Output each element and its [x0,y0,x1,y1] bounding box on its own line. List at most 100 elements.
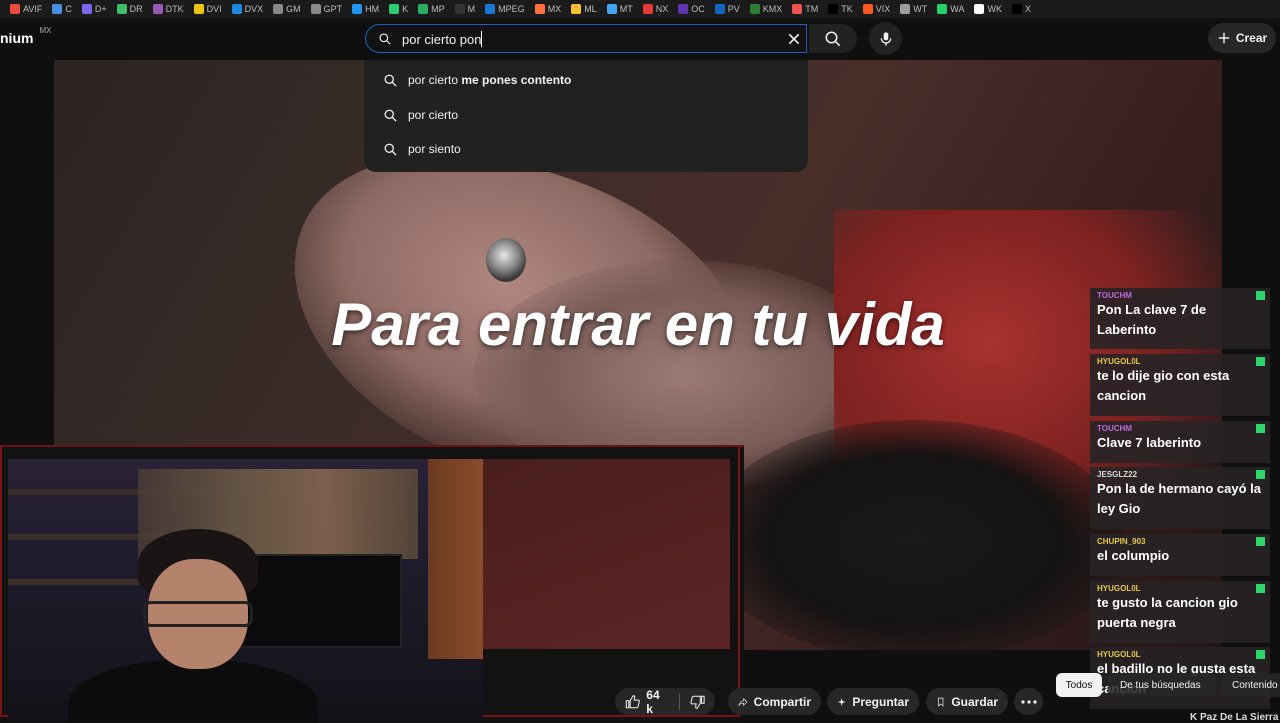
video-red-background [483,459,730,649]
chat-text: te gusto la cancion gio puerta negra [1097,595,1238,630]
bookmark-item[interactable]: VIX [862,4,891,14]
ask-button[interactable]: Preguntar [827,688,919,715]
clear-search-icon[interactable] [786,31,802,47]
bookmark-item[interactable]: ML [571,4,597,14]
bookmark-item[interactable]: TK [828,4,853,14]
bookmark-item[interactable]: DVI [193,4,222,14]
search-suggestions: por cierto me pones contento por cierto … [364,60,808,172]
bookmark-item[interactable]: NX [642,4,668,14]
bookmark-favicon-icon [714,4,725,14]
suggestion-prefix: por cierto [408,73,459,87]
create-button[interactable]: Crear [1208,23,1276,53]
chat-username: HYUGOL0L [1097,357,1141,366]
bookmark-label: TM [805,4,819,14]
chat-message: TOUCHM Clave 7 laberinto [1090,421,1270,463]
bookmark-favicon-icon [52,4,63,14]
chip-label: De tus búsquedas [1120,679,1201,691]
ask-label: Preguntar [852,694,909,709]
bookmark-item[interactable]: HM [352,4,379,14]
text-caret [481,31,482,47]
bookmark-item[interactable]: M [454,4,475,14]
thumbs-up-icon [625,694,640,708]
bookmark-item[interactable]: MPEG [485,4,525,14]
thumbs-down-icon[interactable] [690,694,705,710]
bookmark-favicon-icon [534,4,545,14]
bookmark-favicon-icon [749,4,760,14]
chip-content[interactable]: Contenido [1222,673,1280,697]
bookmark-item[interactable]: GM [273,4,301,14]
bookmark-item[interactable]: DVX [231,4,264,14]
suggestion-item[interactable]: por cierto me pones contento [364,63,808,97]
voice-search-button[interactable] [869,22,902,55]
bookmark-item[interactable]: DTK [152,4,184,14]
chip-from-searches[interactable]: De tus búsquedas [1108,673,1216,697]
bookmark-label: VIX [875,4,891,14]
search-input[interactable] [402,30,782,48]
chat-text: te lo dije gio con esta cancion [1097,368,1230,403]
bookmark-item[interactable]: KMX [749,4,783,14]
bookmark-favicon-icon [81,4,92,14]
bookmark-item[interactable]: OC [678,4,705,14]
bookmark-item[interactable]: TM [792,4,818,14]
bookmark-favicon-icon [900,4,911,14]
bookmark-label: DVX [244,4,264,14]
kick-badge-icon [1256,470,1265,479]
bookmark-favicon-icon [678,4,689,14]
bookmark-favicon-icon [152,4,163,14]
bookmark-item[interactable]: MX [534,4,561,14]
bookmark-item[interactable]: PV [714,4,740,14]
chat-username: TOUCHM [1097,291,1132,300]
bookmark-item[interactable]: AVIF [10,4,42,14]
suggestion-item[interactable]: por cierto [364,98,808,132]
bookmark-item[interactable]: WK [974,4,1002,14]
sparkle-icon [837,697,846,706]
bookmark-label: WT [913,4,928,14]
search-icon [384,74,397,87]
chat-text: Pon la de hermano cayó la ley Gio [1097,481,1261,516]
like-count: 64 k [646,687,660,716]
logo-text: nium [0,30,34,46]
bookmark-label: ML [584,4,597,14]
bookmark-favicon-icon [974,4,985,14]
share-button[interactable]: Compartir [728,688,821,715]
chat-text: Pon La clave 7 de Laberinto [1097,302,1207,337]
streamer-glasses [143,601,253,627]
bookmark-label: D+ [94,4,107,14]
youtube-logo[interactable]: nium MX [0,26,51,46]
bookmark-item[interactable]: MT [606,4,633,14]
more-actions-button[interactable] [1014,688,1043,715]
bookmark-item[interactable]: DR [116,4,143,14]
related-video-title[interactable]: K Paz De La Sierra [1190,712,1278,723]
bookmark-label: DVI [206,4,222,14]
chat-text: el columpio [1097,548,1170,563]
save-button[interactable]: Guardar [926,688,1008,715]
chat-message: HYUGOL0L te lo dije gio con esta cancion [1090,354,1270,416]
video-caption: Para entrar en tu vida [331,291,945,358]
search-box[interactable] [365,24,807,53]
bookmark-item[interactable]: K [389,4,408,14]
bookmark-favicon-icon [571,4,582,14]
like-button[interactable]: 64 k [625,688,669,716]
chip-all[interactable]: Todos [1056,673,1102,697]
bookmark-favicon-icon [454,4,465,14]
bookmark-label: C [65,4,72,14]
bookmark-item[interactable]: WA [937,4,964,14]
bookmark-item[interactable]: MP [418,4,445,14]
bookmark-item[interactable]: C [52,4,72,14]
search-button[interactable] [809,24,857,53]
bookmark-item[interactable]: X [1011,4,1031,14]
bookmark-label: KMX [762,4,783,14]
bookmark-favicon-icon [792,4,803,14]
bookmark-favicon-icon [642,4,653,14]
related-filter-chips: Todos De tus búsquedas Contenido [1056,673,1280,697]
microphone-icon [880,31,891,46]
bookmark-label: GM [286,4,301,14]
suggestion-item[interactable]: por siento [364,132,808,166]
chat-username: CHUPIN_903 [1097,537,1146,546]
bookmarks-bar: AVIF C D+ DR DTK DVI DVX GM GPT HM K MP M MPEG MX ML MT N… [0,0,1280,18]
bookmark-item[interactable]: GPT [310,4,342,14]
bookmark-item[interactable]: D+ [81,4,107,14]
bookmark-icon [937,697,944,707]
bookmark-item[interactable]: WT [900,4,927,14]
chat-username: HYUGOL0L [1097,584,1141,593]
